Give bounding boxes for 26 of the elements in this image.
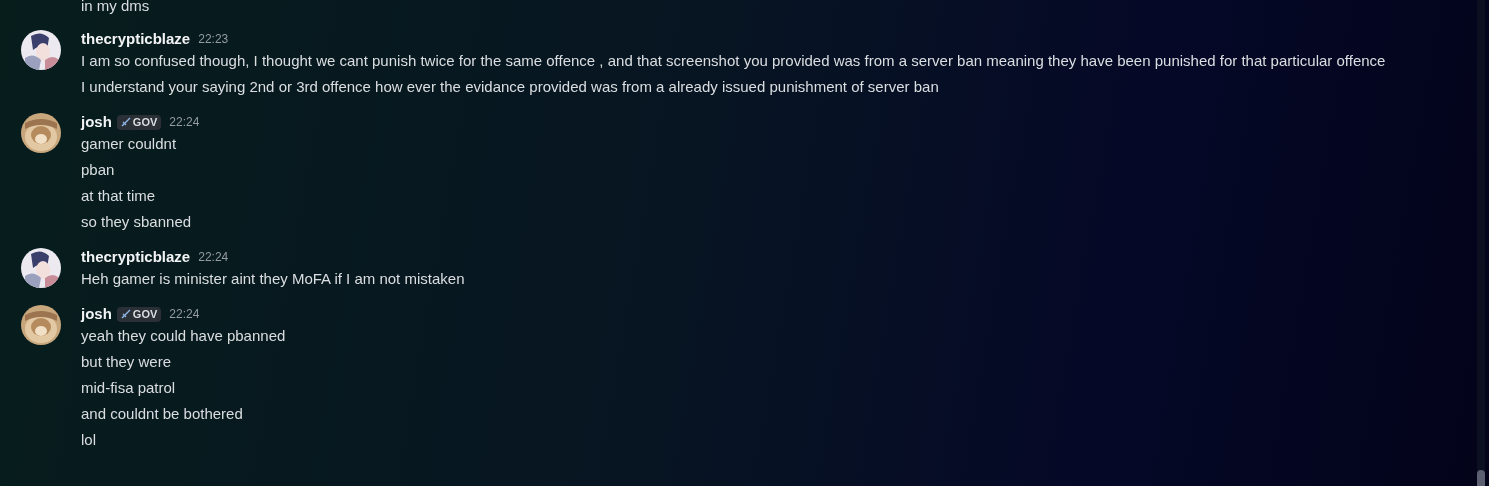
timestamp: 22:24 xyxy=(169,306,200,323)
role-tag: GOV xyxy=(116,114,162,130)
message-text: Heh gamer is minister aint they MoFA if I am not mistaken xyxy=(81,269,465,289)
sword-icon xyxy=(120,117,131,127)
message-text: pban xyxy=(81,160,115,180)
username[interactable]: josh xyxy=(81,302,112,326)
timestamp: 22:24 xyxy=(198,249,229,266)
message-text: yeah they could have pbanned xyxy=(81,326,286,346)
role-tag: GOV xyxy=(116,306,162,322)
timestamp: 22:24 xyxy=(169,114,200,131)
message-text: lol xyxy=(81,430,96,450)
message-text: and couldnt be bothered xyxy=(81,404,243,424)
message-text: at that time xyxy=(81,186,156,206)
username[interactable]: thecrypticblaze xyxy=(81,245,191,269)
message-text: I am so confused though, I thought we cant punish twice for the same offence , and that screenshot you provided was from a server ban meaning they have been punished for that particular offence xyxy=(81,51,1386,71)
message-text: but they were xyxy=(81,352,172,372)
message-text: gamer couldnt xyxy=(81,134,177,154)
message-text: I understand your saying 2nd or 3rd offence how ever the evidance provided was from a already issued punishment of server ban xyxy=(81,77,939,97)
message-text: in my dms xyxy=(81,0,150,14)
username[interactable]: thecrypticblaze xyxy=(81,27,191,51)
sword-icon xyxy=(120,309,131,319)
timestamp: 22:23 xyxy=(198,31,229,48)
scrollbar-thumb[interactable] xyxy=(1477,470,1485,486)
message-text: mid-fisa patrol xyxy=(81,378,176,398)
username[interactable]: josh xyxy=(81,110,112,134)
message-text: so they sbanned xyxy=(81,212,192,232)
